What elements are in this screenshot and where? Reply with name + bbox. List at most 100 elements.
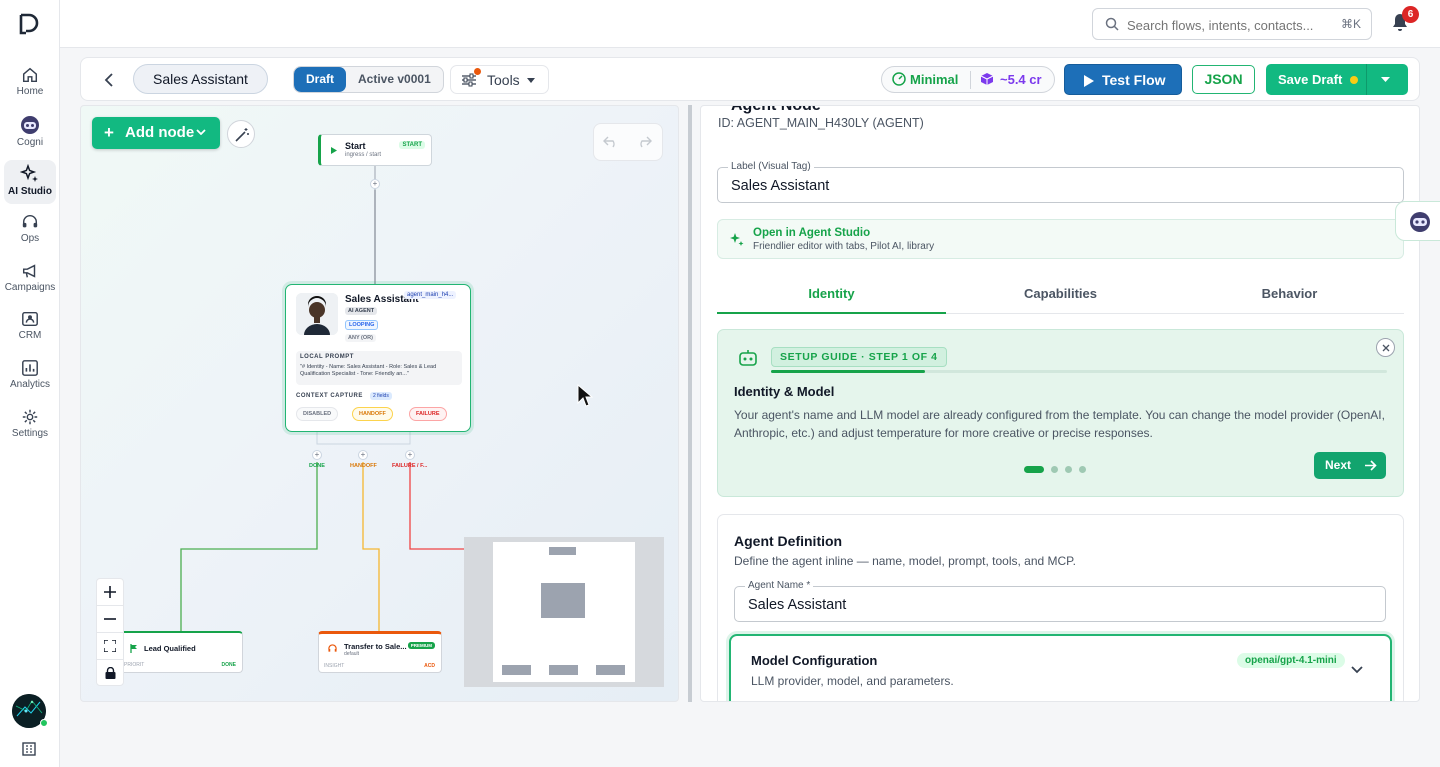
- close-guide-button[interactable]: [1376, 338, 1395, 357]
- headset-icon: [328, 644, 337, 652]
- plus-icon: +: [104, 123, 114, 142]
- save-draft-button[interactable]: Save Draft: [1266, 64, 1408, 95]
- global-search[interactable]: ⌘K: [1092, 8, 1372, 40]
- rail-item-home[interactable]: Home: [4, 62, 56, 106]
- add-edge-node-button[interactable]: +: [370, 179, 380, 189]
- node-inspector-panel: Agent Node ID: AGENT_MAIN_H430LY (AGENT)…: [700, 105, 1420, 702]
- cost-mode-label: Minimal: [910, 72, 959, 87]
- cost-estimate-pill[interactable]: Minimal ~5.4 cr: [881, 66, 1055, 93]
- assistant-launcher[interactable]: [1395, 201, 1440, 241]
- bot-icon: [739, 350, 757, 366]
- sliders-icon: [462, 73, 476, 87]
- port-done-add[interactable]: +: [312, 450, 322, 460]
- test-flow-button[interactable]: Test Flow: [1064, 64, 1182, 95]
- contact-card-icon: [22, 311, 38, 327]
- rail-item-ai-studio[interactable]: AI Studio: [4, 160, 56, 204]
- agent-node-id: agent_main_h4...: [404, 291, 457, 299]
- agent-node[interactable]: Sales Assistant agent_main_h4... AI AGEN…: [285, 284, 471, 432]
- version-draft-tab[interactable]: Draft: [294, 67, 347, 92]
- mouse-cursor-icon: [577, 384, 593, 407]
- zoom-out-button[interactable]: [97, 606, 123, 633]
- rail-item-settings[interactable]: Settings: [4, 404, 56, 448]
- port-failure-add[interactable]: +: [405, 450, 415, 460]
- minimap-node: [502, 665, 531, 675]
- label-field[interactable]: Label (Visual Tag) Sales Assistant: [717, 161, 1404, 203]
- save-draft-label: Save Draft: [1278, 72, 1343, 87]
- chevron-down-icon[interactable]: [1381, 77, 1390, 82]
- sparkles-icon: [20, 164, 38, 182]
- auto-layout-button[interactable]: [227, 120, 255, 148]
- page-dot-3[interactable]: [1065, 466, 1072, 474]
- cost-mode: Minimal: [892, 72, 958, 87]
- building-icon[interactable]: [21, 741, 37, 757]
- canvas-minimap[interactable]: [464, 537, 664, 687]
- rail-item-analytics[interactable]: Analytics: [4, 355, 56, 399]
- search-icon: [1105, 17, 1119, 31]
- model-configuration-section[interactable]: Model Configuration LLM provider, model,…: [729, 634, 1392, 701]
- page-dot-4[interactable]: [1079, 466, 1086, 474]
- redo-icon[interactable]: [636, 136, 652, 148]
- start-node[interactable]: Start ingress / start START: [318, 134, 432, 166]
- back-arrow-icon[interactable]: [99, 70, 119, 90]
- search-input[interactable]: [1127, 15, 1327, 35]
- undo-redo-group: [593, 123, 663, 161]
- port-handoff-add[interactable]: +: [358, 450, 368, 460]
- agent-name-field[interactable]: Agent Name * Sales Assistant: [734, 580, 1386, 622]
- chevron-down-icon[interactable]: [1351, 666, 1363, 674]
- rail-item-campaigns[interactable]: Campaigns: [4, 258, 56, 302]
- megaphone-icon: [22, 264, 36, 278]
- minimap-node: [596, 665, 625, 675]
- setup-guide-title: Identity & Model: [734, 384, 835, 399]
- chip-ai-agent: AI AGENT: [345, 307, 378, 315]
- app-logo-icon[interactable]: [17, 12, 41, 36]
- chevron-down-icon: [527, 78, 535, 83]
- lead-qualified-node[interactable]: Lead Qualified PRIORIT DONE: [118, 631, 243, 673]
- json-button[interactable]: JSON: [1192, 65, 1255, 94]
- label-field-legend: Label (Visual Tag): [728, 161, 814, 172]
- save-split-divider: [1366, 64, 1367, 95]
- rail-item-cogni[interactable]: Cogni: [4, 111, 56, 155]
- model-config-title: Model Configuration: [751, 653, 878, 668]
- lead-node-meta: PRIORIT: [124, 662, 145, 668]
- page-dot-1[interactable]: [1024, 466, 1044, 474]
- undo-icon[interactable]: [603, 136, 619, 148]
- chip-looping: LOOPING: [345, 320, 379, 330]
- zoom-in-button[interactable]: [97, 579, 123, 606]
- lead-node-title: Lead Qualified: [144, 644, 196, 653]
- rail-label-campaigns: Campaigns: [4, 282, 56, 293]
- add-node-button[interactable]: + Add node: [92, 117, 220, 149]
- context-capture-title: CONTEXT CAPTURE: [296, 393, 363, 399]
- arrow-right-icon: [1365, 460, 1377, 471]
- rail-label-ai-studio: AI Studio: [8, 186, 52, 197]
- unsaved-indicator-dot: [1350, 76, 1358, 84]
- tools-dropdown[interactable]: Tools: [450, 65, 549, 94]
- page-dot-2[interactable]: [1051, 466, 1058, 474]
- inspector-tabs: Identity Capabilities Behavior: [717, 274, 1404, 314]
- rail-label-settings: Settings: [11, 428, 49, 439]
- panel-resize-handle[interactable]: [688, 105, 692, 702]
- tab-identity[interactable]: Identity: [717, 274, 946, 314]
- sparkles-icon: [730, 233, 744, 246]
- tab-capabilities[interactable]: Capabilities: [946, 274, 1175, 314]
- next-step-button[interactable]: Next: [1314, 452, 1386, 479]
- transfer-node-badge: PREMIUM: [407, 642, 435, 649]
- flow-name-pill[interactable]: Sales Assistant: [133, 64, 268, 94]
- rail-item-crm[interactable]: CRM: [4, 306, 56, 350]
- version-active-tab[interactable]: Active v0001: [346, 67, 443, 92]
- version-switcher: Draft Active v0001: [293, 66, 444, 93]
- fit-view-button[interactable]: [97, 633, 123, 660]
- tab-behavior[interactable]: Behavior: [1175, 274, 1404, 314]
- play-icon: [331, 147, 337, 154]
- lock-button[interactable]: [97, 660, 123, 687]
- open-agent-studio-link[interactable]: Open in Agent Studio Friendlier editor w…: [717, 219, 1404, 259]
- left-rail: Home Cogni AI Studio Ops Campaigns CRM A…: [0, 0, 60, 767]
- agent-name-legend: Agent Name *: [745, 580, 814, 591]
- gauge-icon: [892, 72, 906, 86]
- transfer-node[interactable]: Transfer to Sale... default PREMIUM INSI…: [318, 631, 442, 673]
- label-field-value: Sales Assistant: [731, 178, 830, 194]
- rail-item-ops[interactable]: Ops: [4, 209, 56, 253]
- home-icon: [22, 67, 38, 83]
- setup-guide-progress-fill: [771, 370, 925, 373]
- context-capture-badge: 2 fields: [370, 392, 392, 400]
- output-disabled-pill: DISABLED: [296, 407, 339, 421]
